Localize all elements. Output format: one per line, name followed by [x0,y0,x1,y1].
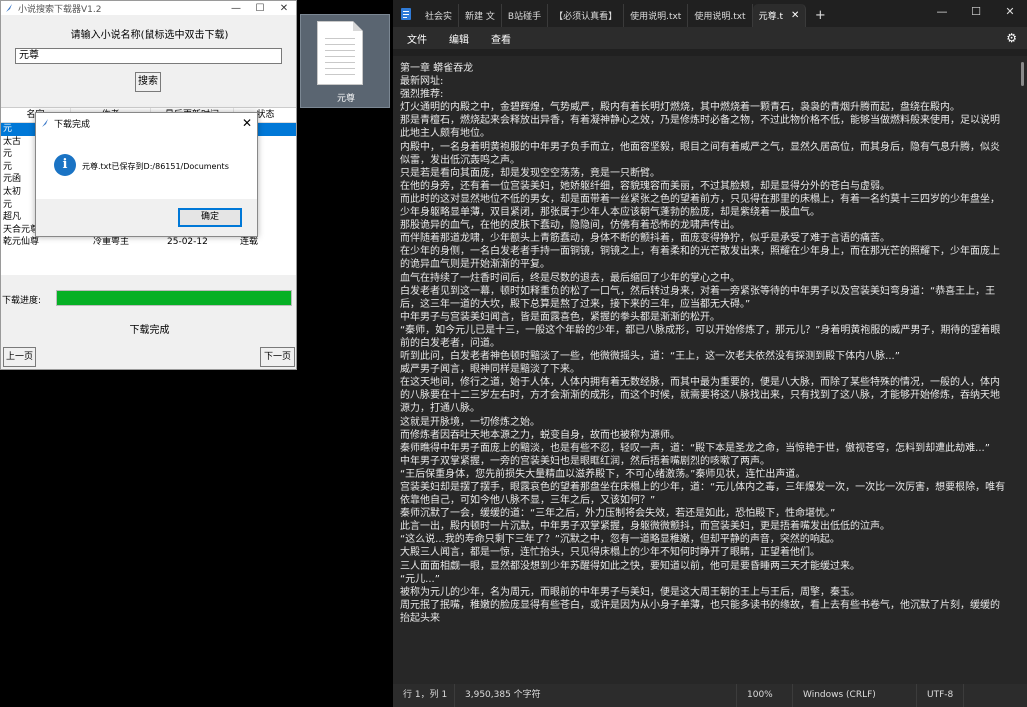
tab-4[interactable]: 使用说明.txt [624,4,689,27]
text-line: 中年男子双掌紧握，一旁的宫装美妇也是眼眶红润，然后捂着嘴剧烈的咳嗽了两声。 [400,455,770,467]
scrollbar-thumb[interactable] [1021,62,1024,86]
tab-0[interactable]: 社会实 [419,4,460,27]
dialog-body: i 元尊.txt已保存到D:/86151/Documents [36,133,257,199]
menu-file[interactable]: 文件 [399,31,435,46]
download-complete-dialog: 下载完成 ✕ i 元尊.txt已保存到D:/86151/Documents 确定 [35,112,258,237]
feather-icon [42,119,48,127]
text-line: 威严男子闻言，眼神同样是黯淡了下来。 [400,364,580,376]
text-line: 血气在持续了一炷香时间后，终是尽数的退去，最后缩回了少年的掌心之中。 [400,272,740,284]
notepad-window: 社会实 新建 文 B站碰手 【必须认真看】 使用说明.txt 使用说明.txt … [393,0,1027,707]
tab-close-icon[interactable]: ✕ [791,10,799,21]
maximize-icon[interactable]: ☐ [959,0,993,23]
feather-icon [6,4,12,12]
close-icon[interactable]: ✕ [993,0,1027,23]
menu-edit[interactable]: 编辑 [441,31,477,46]
text-line: 第一章 蟒雀吞龙 [400,63,474,74]
next-page-button[interactable]: 下一页 [260,347,295,367]
text-line: 而修炼者因吞吐天地本源之力，蜕变自身，故而也被称为源师。 [400,429,680,441]
search-prompt: 请输入小说名称(鼠标选中双击下载) [70,30,229,41]
tab-2[interactable]: B站碰手 [502,4,549,27]
downloader-title: 小说搜索下载器V1.2 [18,4,102,15]
notepad-text-area[interactable]: 第一章 蟒雀吞龙 最新网址: 强烈推荐: 灯火通明的内殿之中，金碧辉煌，气势威严，殿内… [393,56,1015,684]
info-icon: i [54,154,76,176]
notepad-menubar: 文件 编辑 查看 ⚙ [393,27,1027,49]
text-file-icon [317,21,363,85]
ok-button[interactable]: 确定 [178,208,242,227]
notepad-tabbar: 社会实 新建 文 B站碰手 【必须认真看】 使用说明.txt 使用说明.txt … [393,0,1027,27]
cell-author: 冷重粤主 [92,237,129,248]
text-line: 听到此问，白发老者神色顿时黯淡了一些，他微微摇头，道：“王上，这一次老夫依然没有… [400,351,900,363]
table-row[interactable]: 乾元仙尊 冷重粤主 25-02-12 连载 [1,236,296,249]
tab-1[interactable]: 新建 文 [459,4,502,27]
line-ending: Windows (CRLF) [793,684,917,707]
text-line: “这么说...我的寿命只剩下三年了？”沉默之中，忽有一道略显稚嫩，但却平静的声音… [400,534,840,546]
minimize-icon[interactable]: — [925,0,959,23]
char-count: 3,950,385 个字符 [455,684,737,707]
dialog-close-icon[interactable]: ✕ [237,116,257,130]
minimize-icon[interactable]: — [224,3,248,14]
text-line: 只是若是看向其面庞，却是发现空空荡荡，竟是一只断臂。 [400,167,660,179]
text-line: 而伴随着那道龙啸，少年额头上青筋蠢动，身体不断的颤抖着，面庞变得狰狞，似乎是承受… [400,233,890,245]
text-line: 最新网址: [400,76,444,88]
new-tab-icon[interactable]: + [806,4,834,27]
cell-status: 连载 [240,237,259,248]
text-line: 在这天地间，修行之道，始于人体，人体内拥有着无数经脉，而其中最为重要的，便是八大… [400,377,1000,415]
downloader-titlebar: 小说搜索下载器V1.2 — ☐ ✕ [1,1,296,15]
text-line: 在少年的身侧，一名白发老者手持一面铜镜，铜镜之上，有着柔和的光芒散发出来，照耀在… [400,246,1000,271]
vertical-scrollbar[interactable] [1015,56,1027,684]
text-line: 这就是开脉境，一切修炼之始。 [400,416,540,428]
tab-active-label: 元尊.t [758,12,783,22]
text-line: 宫装美妇却是摆了摆手，眼露哀色的望着那盘坐在床榻上的少年，道：“元儿体内之毒，三… [400,482,1006,507]
text-line: 此言一出，殿内顿时一片沉默，中年男子双掌紧握，身躯微微颤抖，而宫装美妇，更是捂着… [400,521,890,533]
text-line: 灯火通明的内殿之中，金碧辉煌，气势威严，殿内有着长明灯燃烧，其中燃烧着一颗青石，… [400,102,960,114]
text-line: 在他的身旁，还有着一位宫装美妇，她娇躯纤细，容貌瑰容而美丽，不过其脸颊，却是显得… [400,180,890,192]
prev-page-button[interactable]: 上一页 [3,347,36,367]
text-line: “秦师，如今元儿已是十三，一般这个年龄的少年，都已八脉成形，可以开始修炼了，那元… [400,324,1001,349]
close-icon[interactable]: ✕ [272,3,296,14]
text-line: 周元抿了抿嘴，稚嫩的脸庞显得有些苍白，或许是因为从小身子单薄，也只能多读书的缘故… [400,599,1000,624]
notepad-app-icon [393,0,419,27]
text-line: 秦师瞧得中年男子面庞上的黯淡，也是有些不忍，轻叹一声，道：“殿下本是圣龙之命，当… [400,442,990,454]
progress-label: 下载进度: [2,296,42,306]
tab-5[interactable]: 使用说明.txt [688,4,753,27]
desktop-file-icon[interactable]: 元尊 [300,14,390,108]
dialog-titlebar: 下载完成 ✕ [36,113,257,133]
text-line: 白发老者见到这一幕，顿时如释重负的松了一口气，然后转过身来，对着一旁紧张等待的中… [400,285,996,310]
text-line: 内殿中，一名身着明黄袍服的中年男子负手而立，他面容坚毅，眼目之间有着威严之气，显… [400,141,1000,166]
text-line: “元儿...” [400,573,440,585]
text-line: 那股诡异的血气，在他的皮肤下蠢动，隐隐间，仿佛有着恐怖的龙啸声传出。 [400,220,740,232]
maximize-icon[interactable]: ☐ [248,3,272,14]
text-line: “王后保重身体，您先前损失大量精血以滋养殿下，不可心绪激荡。”秦师见状，连忙出声… [400,468,806,480]
text-line: 被称为元儿的少年，名为周元，而眼前的中年男子与美妇，便是这大周王朝的王上与王后，… [400,586,860,598]
text-line: 三人面面相觑一眼，显然都没想到少年苏醒得如此之快，要知道以前，他可是要昏睡两三天… [400,560,860,572]
encoding: UTF-8 [917,684,965,707]
text-line: 秦师沉默了一会，缓缓的道：“三年之后，外力压制将会失效，若还是如此，恐怕殿下，性… [400,508,836,520]
tab-active[interactable]: 元尊.t ✕ [752,4,807,27]
text-line: 大殿三人闻言，都是一惊，连忙抬头，只见得床榻上的少年不知何时睁开了眼睛，正望着他… [400,547,820,559]
menu-view[interactable]: 查看 [483,31,519,46]
progress-fill [57,291,291,305]
dialog-message: 元尊.txt已保存到D:/86151/Documents [82,162,229,171]
notepad-statusbar: 行 1，列 1 3,950,385 个字符 100% Windows (CRLF… [393,684,1027,707]
text-line: 中年男子与宫装美妇闻言，皆是面露喜色，紧握的拳头都是渐渐的松开。 [400,311,720,323]
dialog-title: 下载完成 [54,119,91,130]
cell-time: 25-02-12 [167,237,208,248]
desktop-file-label: 元尊 [336,94,355,104]
gear-icon[interactable]: ⚙ [1006,31,1017,45]
cursor-position: 行 1，列 1 [393,684,455,707]
tab-3[interactable]: 【必须认真看】 [548,4,625,27]
download-progress-bar [56,290,292,306]
cell-name: 乾元仙尊 [3,237,40,248]
download-status: 下载完成 [129,325,170,336]
text-line: 那是青檀石，燃烧起来会释放出异香，有着凝神静心之效，乃是修炼时必备之物，不过此物… [400,115,1000,140]
text-line: 强烈推荐: [400,89,444,101]
search-button[interactable]: 搜索 [135,72,161,92]
novel-search-input[interactable]: 元尊 [15,48,282,64]
zoom-level: 100% [737,684,793,707]
text-line: 而此时的这对显然地位不低的男女，却是面带着一丝紧张之色的望着前方，只见得在那里的… [400,193,1000,219]
